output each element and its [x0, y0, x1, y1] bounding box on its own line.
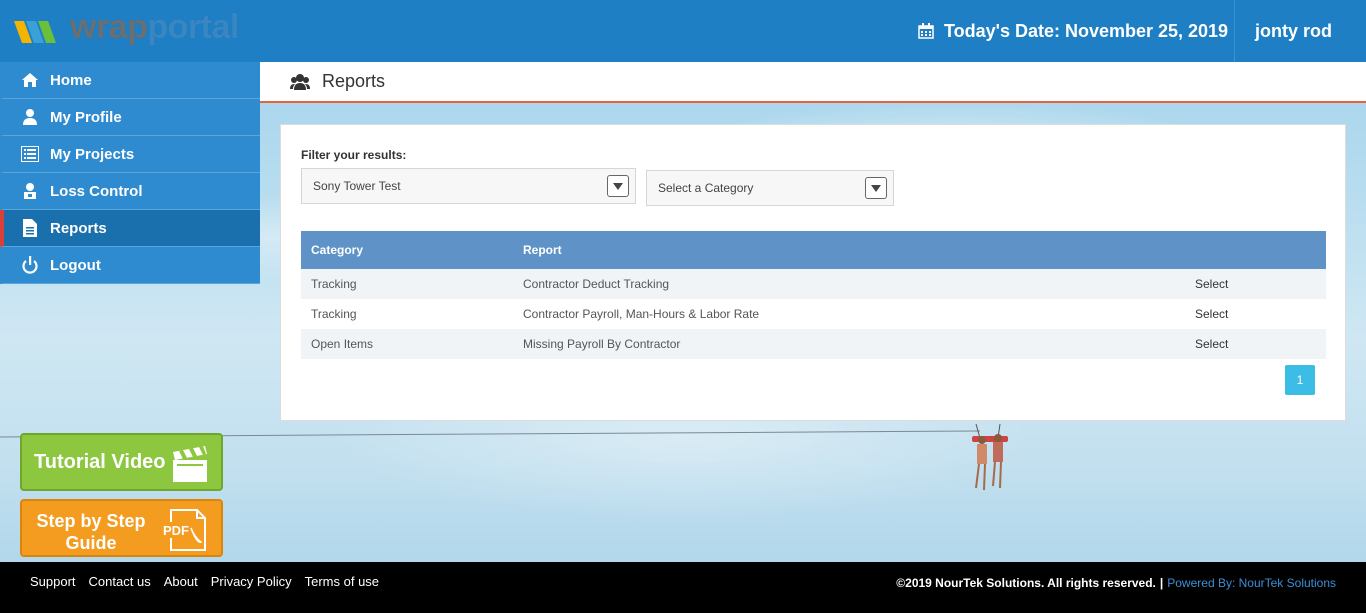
home-icon	[20, 71, 40, 89]
today-date-text: Today's Date: November 25, 2019	[944, 20, 1229, 41]
sidebar-item-loss-control[interactable]: Loss Control	[0, 173, 260, 210]
sidebar-item-label: My Projects	[50, 145, 135, 163]
table-row: Tracking Contractor Deduct Tracking Sele…	[301, 269, 1326, 299]
user-icon	[20, 108, 40, 126]
step-by-step-guide-button[interactable]: Step by Step Guide PDF	[20, 499, 223, 557]
today-date: Today's Date: November 25, 2019	[918, 0, 1228, 62]
guide-label: Step by Step Guide	[36, 511, 146, 553]
wrapportal-logo[interactable]: wrapportal	[14, 8, 239, 50]
sidebar-item-home[interactable]: Home	[0, 62, 260, 99]
logo-text-wrap: wrap	[70, 7, 148, 46]
tutorial-video-label: Tutorial Video	[34, 450, 166, 473]
sidebar-item-label: Logout	[50, 256, 101, 274]
sidebar-item-logout[interactable]: Logout	[0, 247, 260, 284]
pdf-icon-text: PDF	[163, 523, 189, 538]
table-header: Category Report	[301, 231, 1326, 269]
list-icon	[20, 145, 40, 163]
document-icon	[20, 219, 40, 237]
footer-separator: |	[1159, 576, 1164, 590]
user-menu[interactable]: jonty rod	[1234, 0, 1366, 62]
clapperboard-icon	[173, 446, 207, 482]
column-header-report[interactable]: Report	[513, 243, 1185, 257]
chevron-down-icon	[607, 175, 629, 197]
project-select[interactable]: Sony Tower Test	[301, 168, 636, 204]
footer: Support Contact us About Privacy Policy …	[0, 562, 1366, 613]
logo-text-portal: portal	[147, 7, 239, 46]
powered-by-link[interactable]: Powered By: NourTek Solutions	[1167, 576, 1336, 590]
footer-link-support[interactable]: Support	[30, 574, 76, 589]
sidebar-item-label: My Profile	[50, 108, 122, 126]
user-name: jonty rod	[1255, 20, 1332, 41]
pdf-icon: PDF	[161, 509, 206, 551]
footer-link-terms-of-use[interactable]: Terms of use	[305, 574, 379, 589]
top-header: wrapportal Today's Date: November 25, 20…	[0, 0, 1366, 62]
footer-link-contact-us[interactable]: Contact us	[89, 574, 151, 589]
category-select-placeholder: Select a Category	[658, 181, 754, 195]
tutorial-video-button[interactable]: Tutorial Video	[20, 433, 223, 491]
category-select[interactable]: Select a Category	[646, 170, 894, 206]
sidebar-item-label: Reports	[50, 219, 107, 237]
chevron-down-icon	[865, 177, 887, 199]
table-row: Tracking Contractor Payroll, Man-Hours &…	[301, 299, 1326, 329]
copyright-text: ©2019 NourTek Solutions. All rights rese…	[896, 576, 1156, 590]
row-report: Contractor Payroll, Man-Hours & Labor Ra…	[523, 307, 760, 321]
footer-link-privacy-policy[interactable]: Privacy Policy	[211, 574, 292, 589]
sidebar-item-my-profile[interactable]: My Profile	[0, 99, 260, 136]
sidebar-item-label: Home	[50, 71, 92, 89]
filter-label: Filter your results:	[301, 148, 407, 162]
select-link[interactable]: Select	[1195, 337, 1228, 351]
page-title: Reports	[322, 71, 386, 91]
project-select-value: Sony Tower Test	[313, 179, 401, 193]
sidebar-nav: Home My Profile My Projects Loss Control…	[0, 62, 260, 284]
select-link[interactable]: Select	[1195, 277, 1228, 291]
row-category: Open Items	[311, 337, 374, 351]
person-badge-icon	[20, 182, 40, 200]
reports-panel: Filter your results: Sony Tower Test Sel…	[280, 124, 1346, 421]
power-icon	[20, 256, 40, 274]
users-icon	[290, 73, 310, 90]
sidebar-item-label: Loss Control	[50, 182, 143, 200]
row-category: Tracking	[311, 307, 357, 321]
row-category: Tracking	[311, 277, 357, 291]
reports-table: Category Report Tracking Contractor Dedu…	[301, 231, 1326, 359]
calendar-icon	[918, 23, 934, 39]
sidebar-item-my-projects[interactable]: My Projects	[0, 136, 260, 173]
column-header-category[interactable]: Category	[301, 243, 513, 257]
table-row: Open Items Missing Payroll By Contractor…	[301, 329, 1326, 359]
footer-copyright-area: ©2019 NourTek Solutions. All rights rese…	[896, 576, 1336, 590]
logo-mark-icon	[14, 13, 58, 43]
background-parasailer	[972, 424, 1008, 491]
sidebar-item-reports[interactable]: Reports	[0, 210, 260, 247]
footer-links: Support Contact us About Privacy Policy …	[30, 574, 392, 589]
row-report: Contractor Deduct Tracking	[523, 277, 670, 291]
logo-text: wrapportal	[70, 8, 239, 47]
select-link[interactable]: Select	[1195, 307, 1228, 321]
pagination-page-button[interactable]: 1	[1285, 365, 1315, 395]
footer-link-about[interactable]: About	[164, 574, 198, 589]
page-title-bar: Reports	[260, 62, 1366, 103]
row-report: Missing Payroll By Contractor	[523, 337, 681, 351]
